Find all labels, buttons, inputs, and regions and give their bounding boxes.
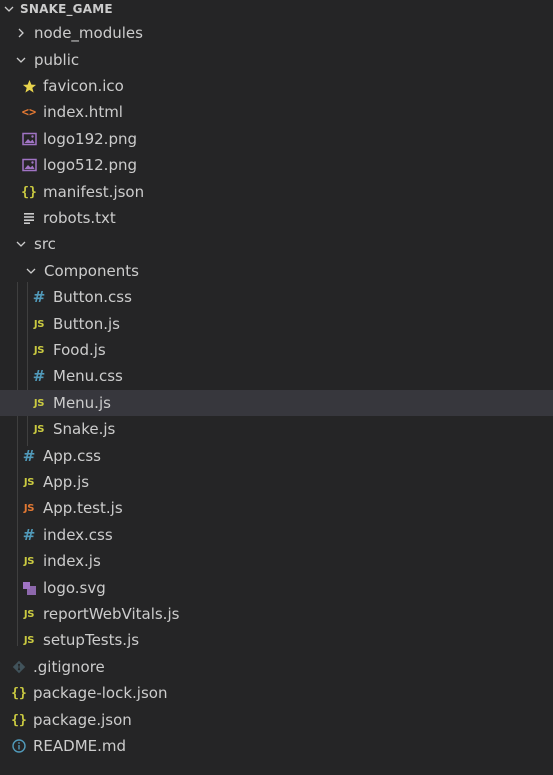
- html-icon: <>: [21, 105, 37, 119]
- svg-icon: [21, 580, 37, 596]
- tree-item-label: logo.svg: [43, 579, 106, 597]
- image-icon: [21, 131, 37, 147]
- tree-file-logo-svg[interactable]: logo.svg: [0, 575, 553, 601]
- tree-file-readme[interactable]: README.md: [0, 733, 553, 759]
- tree-file-gitignore[interactable]: .gitignore: [0, 654, 553, 680]
- tree-file-button-js[interactable]: JS Button.js: [0, 311, 553, 337]
- explorer-root-folder[interactable]: SNAKE_GAME: [0, 0, 553, 18]
- tree-file-button-css[interactable]: # Button.css: [0, 284, 553, 310]
- tree-file-logo192[interactable]: logo192.png: [0, 126, 553, 152]
- tree-item-label: README.md: [33, 737, 127, 755]
- tree-item-label: index.js: [43, 552, 101, 570]
- tree-item-label: Menu.js: [53, 394, 111, 412]
- tree-item-label: reportWebVitals.js: [43, 605, 180, 623]
- tree-item-label: Food.js: [53, 341, 106, 359]
- tree-item-label: Menu.css: [53, 367, 123, 385]
- tree-item-label: logo512.png: [43, 156, 137, 174]
- root-folder-label: SNAKE_GAME: [20, 2, 113, 16]
- tree-item-label: Button.js: [53, 315, 120, 333]
- json-icon: {}: [11, 685, 27, 701]
- tree-item-label: package.json: [33, 711, 132, 729]
- tree-item-label: package-lock.json: [33, 684, 168, 702]
- tree-item-label: App.css: [43, 447, 101, 465]
- file-explorer: SNAKE_GAME node_modules public favicon.i…: [0, 0, 553, 775]
- tree-file-menu-css[interactable]: # Menu.css: [0, 363, 553, 389]
- json-icon: {}: [11, 712, 27, 728]
- tree-file-index-html[interactable]: <> index.html: [0, 99, 553, 125]
- chevron-down-icon: [24, 264, 38, 278]
- image-icon: [21, 157, 37, 173]
- tree-item-label: Snake.js: [53, 420, 116, 438]
- js-icon: JS: [33, 318, 45, 330]
- info-icon: [11, 738, 27, 754]
- js-icon: JS: [33, 423, 45, 435]
- json-icon: {}: [21, 184, 37, 200]
- tree-file-report-web-vitals[interactable]: JS reportWebVitals.js: [0, 601, 553, 627]
- tree-file-favicon[interactable]: favicon.ico: [0, 73, 553, 99]
- js-icon: JS: [23, 555, 35, 567]
- js-icon: JS: [23, 634, 35, 646]
- tree-item-label: logo192.png: [43, 130, 137, 148]
- tree-item-label: node_modules: [34, 24, 143, 42]
- tree-file-app-js[interactable]: JS App.js: [0, 469, 553, 495]
- tree-item-label: favicon.ico: [43, 77, 124, 95]
- js-icon: JS: [23, 476, 35, 488]
- chevron-down-icon: [2, 2, 16, 16]
- js-icon: JS: [23, 608, 35, 620]
- tree-file-package-json[interactable]: {} package.json: [0, 707, 553, 733]
- tree-item-label: App.js: [43, 473, 90, 491]
- tree-file-app-css[interactable]: # App.css: [0, 443, 553, 469]
- css-icon: #: [32, 288, 46, 306]
- chevron-right-icon: [14, 26, 28, 40]
- chevron-down-icon: [14, 53, 28, 67]
- tree-file-snake-js[interactable]: JS Snake.js: [0, 416, 553, 442]
- tree-file-package-lock[interactable]: {} package-lock.json: [0, 680, 553, 706]
- tree-item-label: src: [34, 235, 56, 253]
- css-icon: #: [32, 367, 46, 385]
- css-icon: #: [22, 526, 36, 544]
- js-test-icon: JS: [23, 502, 35, 514]
- tree-file-logo512[interactable]: logo512.png: [0, 152, 553, 178]
- star-icon: [21, 78, 37, 94]
- tree-item-label: Components: [44, 262, 139, 280]
- tree-file-setup-tests[interactable]: JS setupTests.js: [0, 627, 553, 653]
- tree-file-index-css[interactable]: # index.css: [0, 522, 553, 548]
- tree-item-label: robots.txt: [43, 209, 116, 227]
- tree-folder-src[interactable]: src: [0, 231, 553, 257]
- js-icon: JS: [33, 397, 45, 409]
- tree-file-menu-js[interactable]: JS Menu.js: [0, 390, 553, 416]
- tree-item-label: index.html: [43, 103, 123, 121]
- tree-item-label: setupTests.js: [43, 631, 140, 649]
- tree-file-manifest[interactable]: {} manifest.json: [0, 179, 553, 205]
- tree-folder-public[interactable]: public: [0, 47, 553, 73]
- tree-item-label: App.test.js: [43, 499, 123, 517]
- text-file-icon: [21, 210, 37, 226]
- css-icon: #: [22, 447, 36, 465]
- tree-item-label: .gitignore: [33, 658, 105, 676]
- tree-folder-node-modules[interactable]: node_modules: [0, 20, 553, 46]
- tree-file-robots[interactable]: robots.txt: [0, 205, 553, 231]
- tree-item-label: Button.css: [53, 288, 132, 306]
- chevron-down-icon: [14, 237, 28, 251]
- tree-item-label: manifest.json: [43, 183, 145, 201]
- tree-folder-components[interactable]: Components: [0, 258, 553, 284]
- tree-file-index-js[interactable]: JS index.js: [0, 548, 553, 574]
- tree-item-label: index.css: [43, 526, 113, 544]
- tree-item-label: public: [34, 51, 80, 69]
- tree-file-app-test-js[interactable]: JS App.test.js: [0, 495, 553, 521]
- js-icon: JS: [33, 344, 45, 356]
- tree-file-food-js[interactable]: JS Food.js: [0, 337, 553, 363]
- git-icon: [11, 659, 27, 675]
